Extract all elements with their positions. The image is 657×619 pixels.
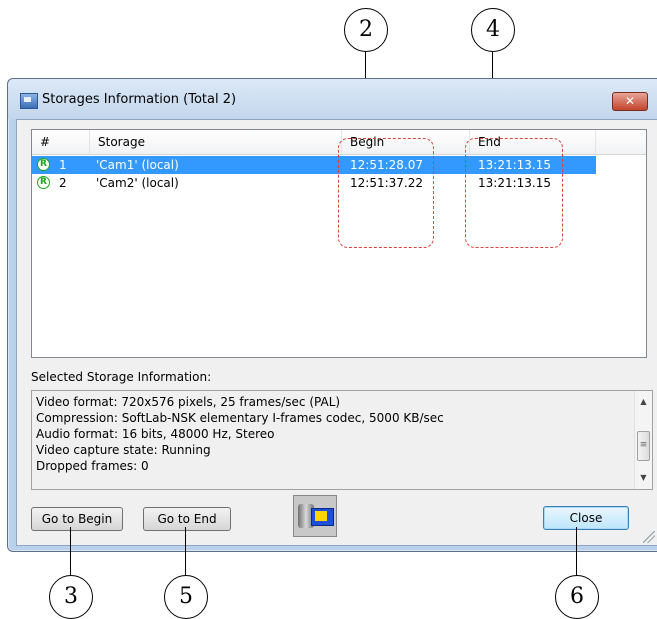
callout-6-leader (576, 527, 577, 575)
storage-name: 'Cam1' (local) (96, 158, 179, 172)
column-header-number[interactable]: # (32, 130, 90, 154)
info-line-capture-state: Video capture state: Running (36, 443, 211, 457)
storage-film-icon (293, 495, 337, 537)
dialog-client-area: # Storage Begin End R 1 'Cam1' (local) 1… (16, 119, 657, 546)
end-column-highlight (465, 138, 563, 248)
callout-5: 5 (164, 575, 208, 619)
column-header-storage[interactable]: Storage (90, 130, 342, 154)
callout-3: 3 (49, 575, 93, 619)
begin-column-highlight (338, 138, 434, 248)
selected-storage-info-label: Selected Storage Information: (31, 370, 212, 384)
close-window-button[interactable]: ✕ (612, 92, 648, 111)
record-icon: R (37, 176, 50, 189)
go-to-end-button[interactable]: Go to End (143, 507, 231, 531)
info-line-video-format: Video format: 720x576 pixels, 25 frames/… (36, 395, 341, 409)
callout-6: 6 (555, 575, 599, 619)
selected-storage-info-box[interactable]: Video format: 720x576 pixels, 25 frames/… (31, 390, 653, 490)
title-bar: Storages Information (Total 2) ✕ (8, 79, 657, 119)
storages-list[interactable]: # Storage Begin End R 1 'Cam1' (local) 1… (31, 129, 647, 358)
scroll-up-icon[interactable]: ▲ (635, 393, 652, 410)
info-line-compression: Compression: SoftLab-NSK elementary I-fr… (36, 411, 444, 425)
row-number: 1 (59, 158, 67, 172)
close-button[interactable]: Close (543, 506, 629, 530)
record-icon: R (37, 158, 50, 171)
callout-3-leader (70, 527, 71, 575)
scroll-thumb[interactable]: ≡ (637, 431, 650, 461)
window-title: Storages Information (Total 2) (42, 92, 237, 107)
row-number: 2 (59, 176, 67, 190)
info-line-audio-format: Audio format: 16 bits, 48000 Hz, Stereo (36, 427, 275, 441)
resize-grip-icon[interactable] (643, 531, 655, 543)
callout-4: 4 (471, 8, 515, 52)
go-to-begin-button[interactable]: Go to Begin (31, 507, 123, 531)
storage-name: 'Cam2' (local) (96, 176, 179, 190)
app-icon (20, 93, 38, 109)
info-line-dropped-frames: Dropped frames: 0 (36, 459, 149, 473)
callout-2: 2 (344, 8, 388, 52)
storages-information-window: Storages Information (Total 2) ✕ # Stora… (7, 78, 657, 552)
scroll-down-icon[interactable]: ▼ (635, 469, 652, 486)
callout-5-leader (185, 527, 186, 575)
info-scrollbar[interactable]: ▲ ≡ ▼ (634, 391, 652, 489)
